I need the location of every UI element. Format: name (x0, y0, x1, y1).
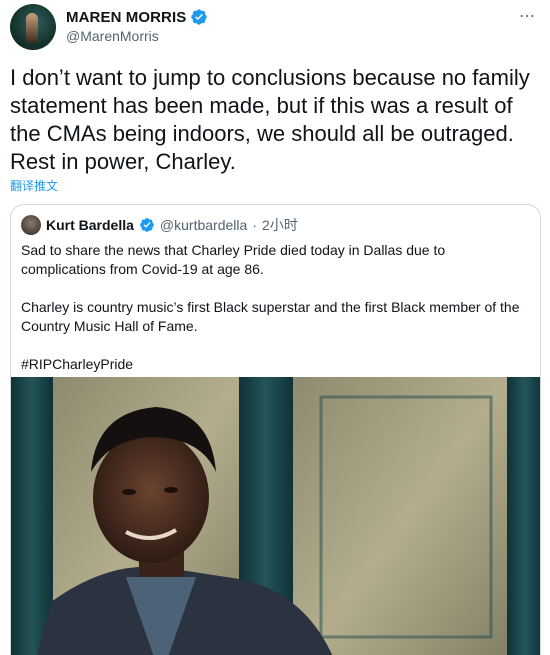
quoted-author-avatar[interactable] (21, 215, 41, 235)
verified-icon (191, 9, 208, 25)
quoted-tweet[interactable]: Kurt Bardella @kurtbardella · 2小时 Sad to… (10, 204, 541, 655)
quoted-separator: · (252, 217, 257, 233)
author-name-row[interactable]: MAREN MORRIS (66, 8, 208, 26)
translate-tweet-link[interactable]: 翻译推文 (10, 177, 58, 194)
tweet: MAREN MORRIS @MarenMorris ⋯ I don’t want… (0, 0, 550, 655)
quoted-author-handle[interactable]: @kurtbardella (160, 217, 247, 233)
quoted-timestamp[interactable]: 2小时 (262, 215, 298, 235)
author-display-name[interactable]: MAREN MORRIS (66, 9, 186, 26)
quoted-paragraph: Charley is country music’s first Black s… (21, 299, 520, 334)
quoted-tweet-photo[interactable] (11, 377, 540, 655)
author-avatar[interactable] (10, 4, 56, 50)
hashtag-link[interactable]: #RIPCharleyPride (21, 355, 533, 374)
portrait-photo-illustration (11, 377, 540, 655)
quoted-tweet-text: Sad to share the news that Charley Pride… (21, 241, 533, 393)
tweet-text: I don’t want to jump to conclusions beca… (10, 65, 530, 174)
quoted-tweet-header: Kurt Bardella @kurtbardella · 2小时 (21, 215, 298, 235)
quoted-paragraph: Sad to share the news that Charley Pride… (21, 242, 446, 277)
more-options-icon[interactable]: ⋯ (519, 6, 536, 26)
quoted-verified-icon (140, 218, 154, 232)
avatar-figure (26, 13, 38, 43)
quoted-author-name[interactable]: Kurt Bardella (46, 217, 134, 233)
author-handle[interactable]: @MarenMorris (66, 28, 159, 44)
